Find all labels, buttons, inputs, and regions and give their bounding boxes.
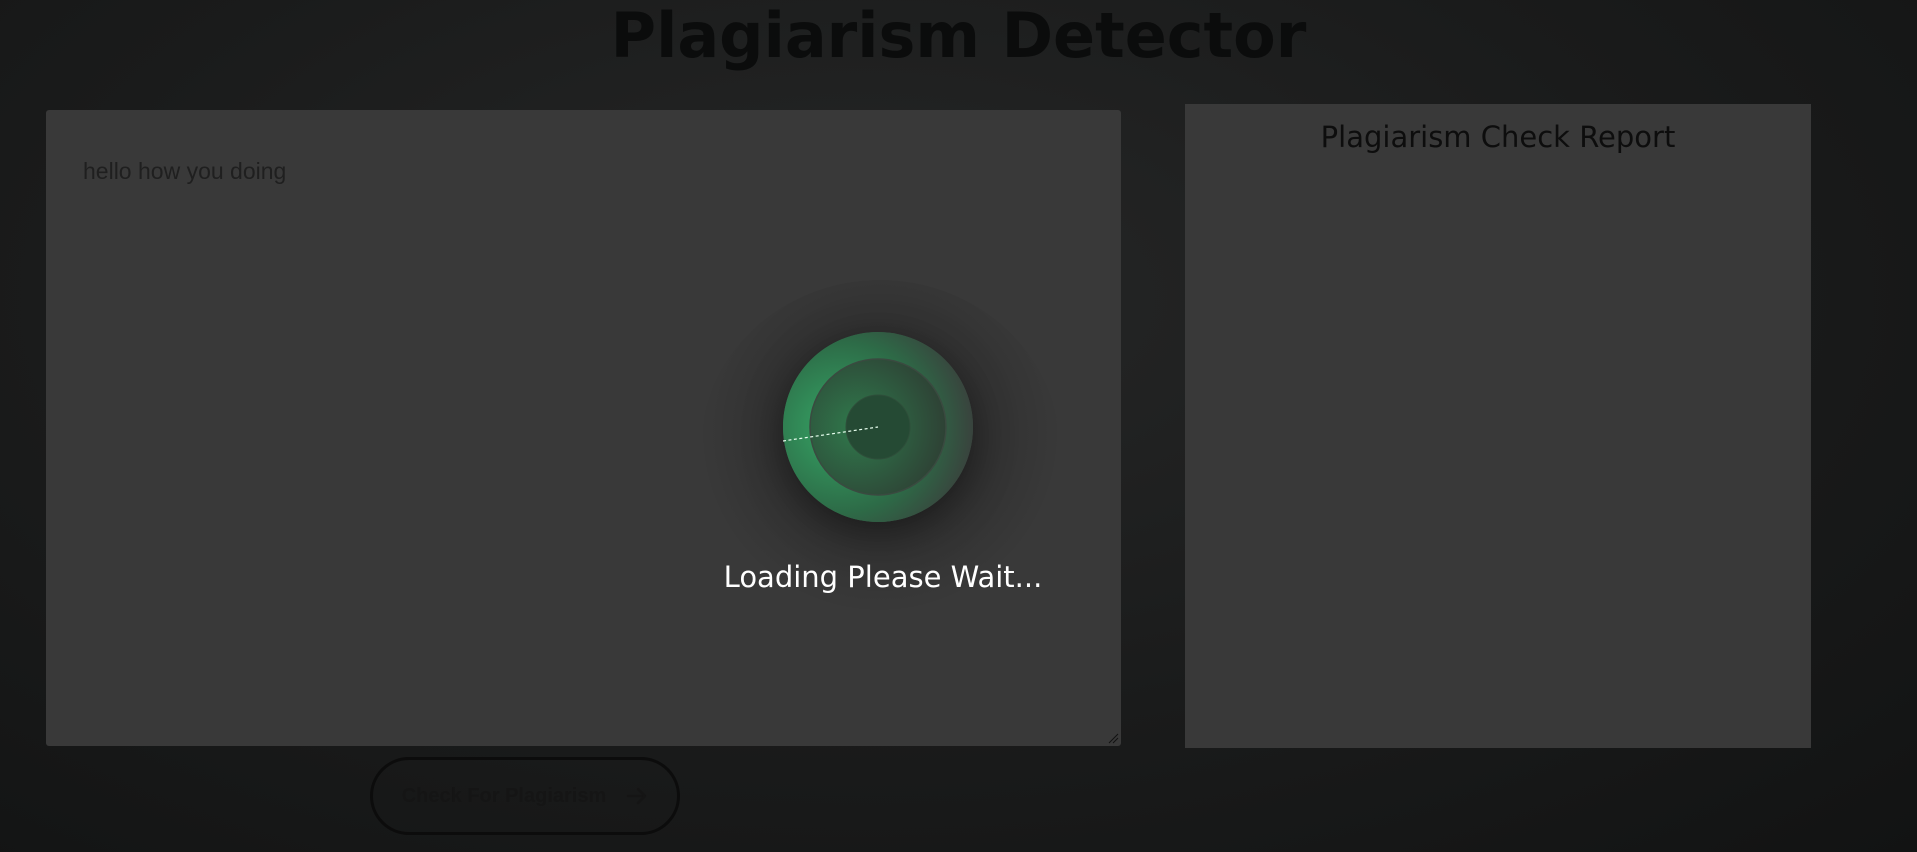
check-plagiarism-button[interactable]: Check For Plagiarism (370, 757, 680, 835)
report-title: Plagiarism Check Report (1320, 120, 1676, 154)
page-title: Plagiarism Detector (610, 0, 1307, 72)
check-button-label: Check For Plagiarism (401, 784, 607, 807)
input-text: hello how you doing (83, 158, 287, 184)
loading-spinner (783, 332, 973, 522)
loading-text: Loading Please Wait... (723, 560, 1043, 594)
report-panel: Plagiarism Check Report (1185, 104, 1811, 748)
arrow-right-icon (627, 787, 647, 805)
spinner-icon (783, 332, 973, 522)
resize-grip-icon[interactable] (1107, 732, 1119, 744)
